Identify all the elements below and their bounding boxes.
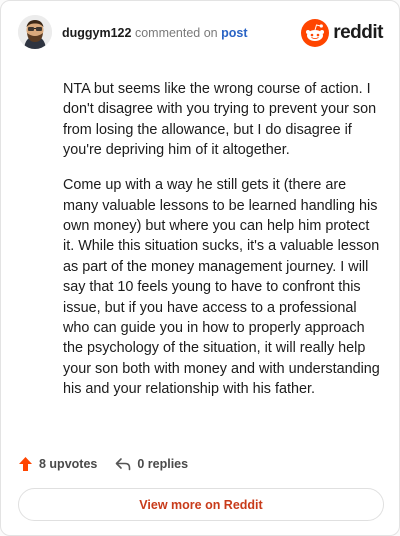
reply-count: 0 replies [137,457,189,471]
post-link[interactable]: post [221,26,247,40]
comment-byline: duggym122 commented on post [62,26,248,40]
upvote-arrow-icon [19,457,32,471]
user-avatar[interactable] [18,15,52,49]
username-link[interactable]: duggym122 [62,26,131,40]
comment-paragraph-1: NTA but seems like the wrong course of a… [63,81,377,159]
view-more-on-reddit-button[interactable]: View more on Reddit [18,488,384,521]
comment-actions: 8 upvotes 0 replies [18,454,188,474]
upvote-count: 8 upvotes [39,457,98,471]
upvote-button[interactable]: 8 upvotes [18,456,97,472]
reply-button[interactable]: 0 replies [115,457,188,471]
reddit-wordmark: reddit [333,22,383,43]
reply-arrow-icon [116,458,131,471]
commented-on-text: commented on [134,26,218,40]
comment-embed-card: duggym122 commented on post reddit NTA b… [0,0,400,536]
reddit-logo[interactable]: reddit [301,19,383,47]
avatar-image [18,15,52,49]
comment-header: duggym122 commented on post reddit [18,15,383,53]
reddit-snoo-icon [301,19,330,47]
comment-paragraph-2: Come up with a way he still gets it (the… [63,177,380,398]
comment-body: NTA but seems like the wrong course of a… [63,79,383,414]
view-more-label: View more on Reddit [139,497,263,512]
